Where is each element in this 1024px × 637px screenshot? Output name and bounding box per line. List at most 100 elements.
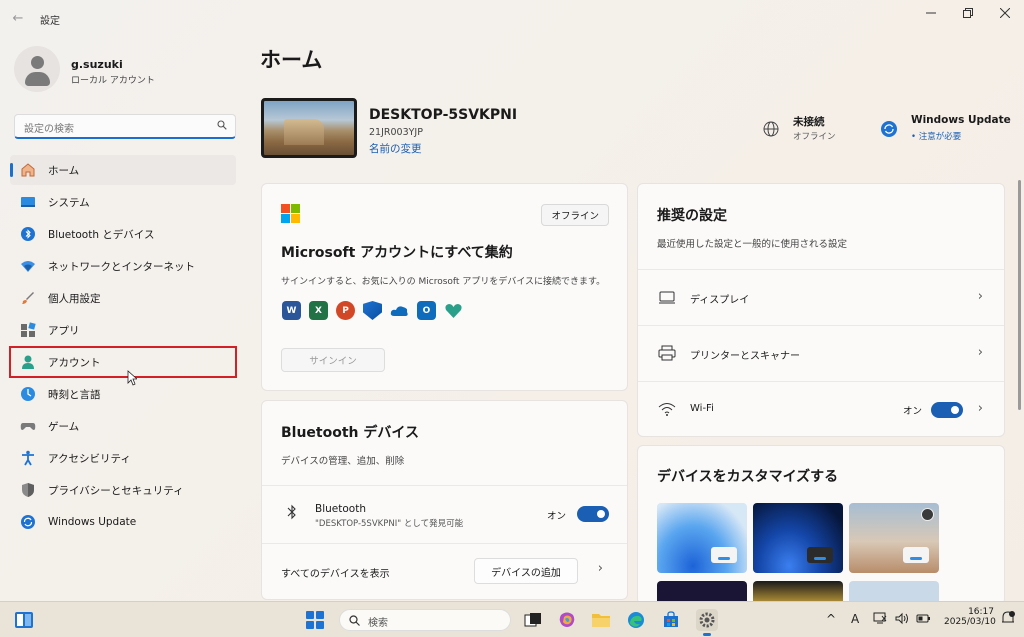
sidebar-item-home[interactable]: ホーム xyxy=(10,155,236,185)
rename-link[interactable]: 名前の変更 xyxy=(369,141,422,156)
settings-app-icon[interactable] xyxy=(696,609,718,636)
signin-button[interactable]: サインイン xyxy=(281,348,385,372)
taskbar: 検索 ^ A 16:17 2025/03/10 xyxy=(0,601,1024,637)
windows-update-icon xyxy=(881,121,897,137)
store-icon[interactable] xyxy=(660,609,682,631)
settings-window: ← 設定 g.suzuki ローカル アカウント 設定の検索 ホーム システム xyxy=(0,0,1024,606)
back-arrow-icon[interactable]: ← xyxy=(10,11,26,27)
user-card[interactable]: g.suzuki ローカル アカウント xyxy=(14,46,234,94)
apps-icon xyxy=(20,322,36,338)
ms-account-title: Microsoft アカウントにすべて集約 xyxy=(281,245,513,261)
user-account-type: ローカル アカウント xyxy=(71,76,155,86)
system-icon xyxy=(20,194,36,210)
recommended-item-wifi[interactable]: Wi-Fi オン › xyxy=(638,381,1004,437)
wifi-toggle[interactable] xyxy=(931,402,963,418)
edge-icon[interactable] xyxy=(625,609,647,631)
onedrive-icon xyxy=(390,301,409,320)
wifi-icon xyxy=(658,403,676,416)
mouse-cursor-icon xyxy=(127,370,137,386)
outlook-icon: O xyxy=(417,301,436,320)
sidebar-item-privacy[interactable]: プライバシーとセキュリティ xyxy=(10,475,236,505)
start-button[interactable] xyxy=(306,611,324,629)
globe-icon xyxy=(763,121,779,137)
customize-device-card: デバイスをカスタマイズする xyxy=(637,445,1005,606)
theme-light-thumbnail[interactable] xyxy=(657,503,747,573)
minimize-button[interactable] xyxy=(916,4,946,22)
chevron-right-icon: › xyxy=(977,345,983,360)
close-button[interactable] xyxy=(990,4,1020,22)
recommended-item-printers[interactable]: プリンターとスキャナー › xyxy=(638,325,1004,381)
task-view-icon[interactable] xyxy=(522,609,544,631)
taskbar-clock[interactable]: 16:17 2025/03/10 xyxy=(944,607,996,627)
recommended-item-display[interactable]: ディスプレイ › xyxy=(638,269,1004,325)
clock-time: 16:17 xyxy=(968,607,994,617)
avatar xyxy=(14,46,60,92)
sidebar-item-label: システム xyxy=(48,196,90,209)
chevron-right-icon: › xyxy=(977,401,983,416)
sidebar-item-accessibility[interactable]: アクセシビリティ xyxy=(10,443,236,473)
recommended-item-label: Wi-Fi xyxy=(690,403,714,414)
settings-search-input[interactable]: 設定の検索 xyxy=(14,114,236,139)
network-tray-icon[interactable] xyxy=(873,612,887,628)
sidebar-item-label: 時刻と言語 xyxy=(48,388,101,401)
brush-icon xyxy=(20,290,36,306)
ms-app-icons: W X P O xyxy=(282,301,463,320)
sidebar-item-personalization[interactable]: 個人用設定 xyxy=(10,283,236,313)
sidebar-item-apps[interactable]: アプリ xyxy=(10,315,236,345)
powerpoint-icon: P xyxy=(336,301,355,320)
sidebar-item-label: アカウント xyxy=(48,356,101,369)
customize-title: デバイスをカスタマイズする xyxy=(657,469,839,485)
page-title: ホーム xyxy=(260,48,323,72)
microsoft-logo-icon xyxy=(281,204,300,223)
sidebar-item-label: 個人用設定 xyxy=(48,292,101,305)
network-status-sub: オフライン xyxy=(793,132,836,142)
ime-indicator[interactable]: A xyxy=(851,612,859,626)
maximize-button[interactable] xyxy=(953,4,983,22)
volume-icon[interactable] xyxy=(895,612,909,628)
chevron-up-icon[interactable]: ^ xyxy=(826,612,836,626)
sidebar-item-windows-update[interactable]: Windows Update xyxy=(10,507,236,537)
scrollbar[interactable] xyxy=(1018,180,1021,410)
file-explorer-icon[interactable] xyxy=(590,609,612,631)
bluetooth-name: Bluetooth xyxy=(315,503,366,515)
add-device-button[interactable]: デバイスの追加 xyxy=(474,558,578,584)
display-icon xyxy=(659,291,675,304)
chevron-right-icon[interactable]: › xyxy=(598,561,603,576)
taskbar-search-input[interactable]: 検索 xyxy=(339,609,511,631)
battery-icon[interactable] xyxy=(916,612,931,628)
recommended-settings-card: 推奨の設定 最近使用した設定と一般的に使用される設定 ディスプレイ › プリンタ… xyxy=(637,183,1005,437)
bluetooth-card-subtitle: デバイスの管理、追加、削除 xyxy=(281,456,405,467)
user-name: g.suzuki xyxy=(71,58,123,71)
theme-photo-thumbnail[interactable] xyxy=(849,503,939,573)
notification-icon[interactable] xyxy=(1000,610,1016,629)
word-icon: W xyxy=(282,301,301,320)
sidebar-item-network[interactable]: ネットワークとインターネット xyxy=(10,251,236,281)
sidebar-nav: ホーム システム Bluetooth とデバイス ネットワークとインターネット … xyxy=(9,155,237,539)
sidebar-item-label: アクセシビリティ xyxy=(48,452,131,465)
sidebar-item-bluetooth[interactable]: Bluetooth とデバイス xyxy=(10,219,236,249)
family-safety-icon xyxy=(444,301,463,320)
clock-date: 2025/03/10 xyxy=(944,617,996,627)
search-icon xyxy=(349,615,360,626)
windows-update-icon xyxy=(20,514,36,530)
search-placeholder: 設定の検索 xyxy=(24,124,74,135)
copilot-icon[interactable] xyxy=(556,609,578,631)
device-wallpaper-thumbnail xyxy=(261,98,357,158)
printer-icon xyxy=(658,345,676,361)
sidebar-item-accounts[interactable]: アカウント xyxy=(9,346,237,378)
theme-dark-thumbnail[interactable] xyxy=(753,503,843,573)
account-icon xyxy=(20,354,36,370)
selected-theme-icon xyxy=(921,508,934,521)
sidebar-item-label: プライバシーとセキュリティ xyxy=(48,484,184,497)
widgets-icon[interactable] xyxy=(14,611,34,629)
sidebar-item-gaming[interactable]: ゲーム xyxy=(10,411,236,441)
sidebar-item-time-language[interactable]: 時刻と言語 xyxy=(10,379,236,409)
show-all-devices-link[interactable]: すべてのデバイスを表示 xyxy=(281,565,390,580)
recommended-item-label: プリンターとスキャナー xyxy=(690,351,800,362)
bluetooth-card-title: Bluetooth デバイス xyxy=(281,425,419,441)
time-language-icon xyxy=(20,386,36,402)
taskbar-search-placeholder: 検索 xyxy=(368,618,388,629)
sidebar-item-system[interactable]: システム xyxy=(10,187,236,217)
network-icon xyxy=(20,258,36,274)
bluetooth-toggle[interactable] xyxy=(577,506,609,522)
